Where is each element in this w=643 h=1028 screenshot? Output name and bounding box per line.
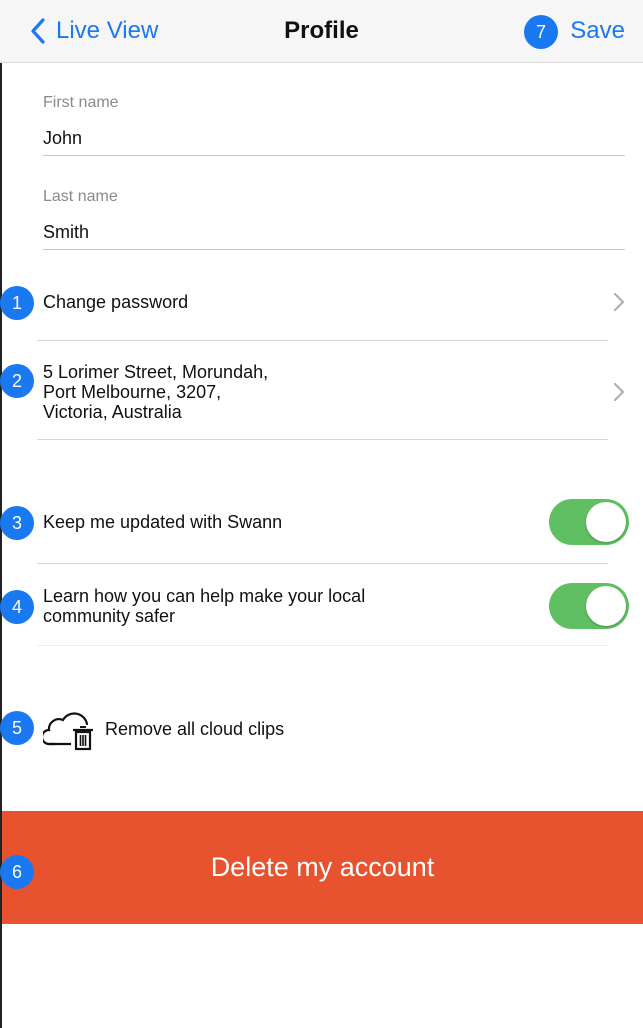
annotation-badge-6: 6 <box>0 855 34 889</box>
first-name-label: First name <box>43 94 119 111</box>
address-text: 5 Lorimer Street, Morundah, Port Melbour… <box>43 362 268 422</box>
change-password-label: Change password <box>43 291 189 312</box>
divider <box>37 340 608 341</box>
last-name-label: Last name <box>43 188 118 205</box>
community-line-2: community safer <box>43 606 176 626</box>
toggle-knob <box>586 502 626 542</box>
community-toggle[interactable] <box>549 583 629 629</box>
address-line-1: 5 Lorimer Street, Morundah, <box>43 362 269 382</box>
change-password-row[interactable]: Change password <box>43 288 625 316</box>
address-line-3: Victoria, Australia <box>43 402 182 422</box>
annotation-badge-5: 5 <box>0 711 34 745</box>
annotation-badge-2: 2 <box>0 364 34 398</box>
divider <box>37 563 608 564</box>
keep-updated-toggle[interactable] <box>549 499 629 545</box>
annotation-badge-3: 3 <box>0 506 34 540</box>
keep-updated-row: Keep me updated with Swann <box>43 508 625 536</box>
community-line-1: Learn how you can help make your local <box>43 586 366 606</box>
cloud-trash-icon <box>43 712 93 751</box>
delete-account-button[interactable]: Delete my account <box>2 811 643 924</box>
last-name-field[interactable]: Smith <box>43 222 625 250</box>
chevron-right-icon <box>613 292 625 312</box>
delete-account-label: Delete my account <box>210 852 435 882</box>
address-line-2: Port Melbourne, 3207, <box>43 382 222 402</box>
divider <box>37 439 608 440</box>
save-button[interactable]: Save <box>570 14 625 48</box>
annotation-badge-1: 1 <box>0 286 34 320</box>
remove-cloud-clips-label: Remove all cloud clips <box>105 718 285 739</box>
annotation-badge-7: 7 <box>524 15 558 49</box>
divider <box>37 645 608 646</box>
keep-updated-label: Keep me updated with Swann <box>43 511 283 532</box>
community-text: Learn how you can help make your local c… <box>43 586 365 626</box>
community-row: Learn how you can help make your local c… <box>43 584 625 628</box>
first-name-field[interactable]: John <box>43 128 625 156</box>
toggle-knob <box>586 586 626 626</box>
remove-cloud-clips-row[interactable]: Remove all cloud clips <box>43 706 625 752</box>
annotation-badge-4: 4 <box>0 590 34 624</box>
chevron-right-icon <box>613 382 625 402</box>
address-row[interactable]: 5 Lorimer Street, Morundah, Port Melbour… <box>43 360 625 424</box>
